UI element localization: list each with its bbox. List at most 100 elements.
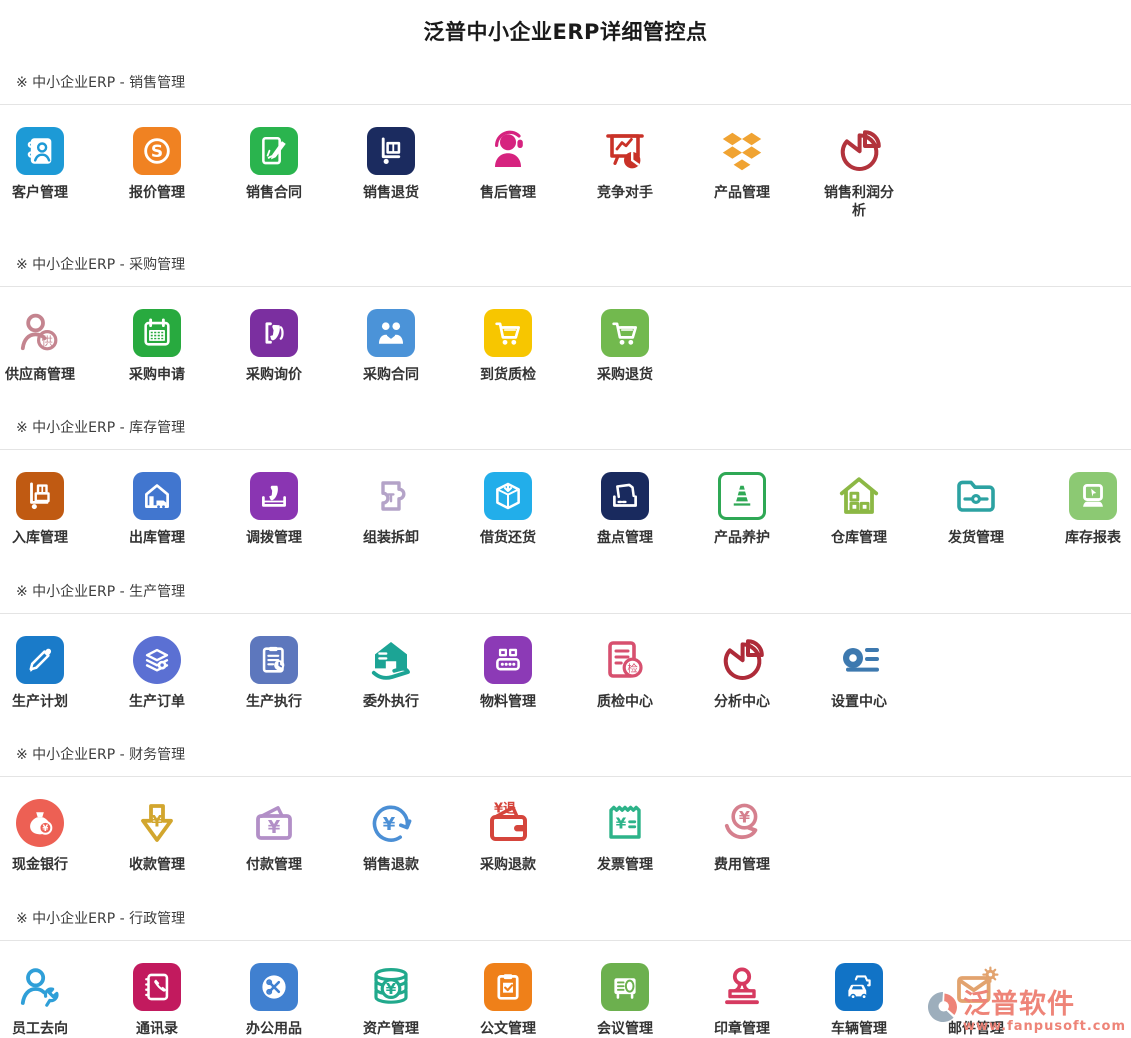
section-heading: ※ 中小企业ERP - 生产管理 — [0, 581, 1131, 614]
module-item[interactable]: 采购询价 — [234, 309, 314, 384]
arrow-down-yuan-icon: ¥ — [133, 799, 181, 847]
contract-pen-icon — [250, 127, 298, 175]
erp-section: ※ 中小企业ERP - 销售管理客户管理 S报价管理销售合同销售退货售后管理竞争对… — [0, 72, 1131, 221]
module-row: ¥现金银行¥收款管理¥付款管理¥销售退款¥退采购退款¥发票管理¥费用管理 — [0, 777, 1131, 874]
phone-tray-icon — [250, 472, 298, 520]
section-heading: ※ 中小企业ERP - 销售管理 — [0, 72, 1131, 105]
phonebook-icon — [133, 963, 181, 1011]
module-item[interactable]: 库存报表 — [1053, 472, 1131, 547]
module-item[interactable]: 检质检中心 — [585, 636, 665, 711]
module-item[interactable]: 通讯录 — [117, 963, 197, 1038]
module-item[interactable]: 员工去向 — [0, 963, 80, 1038]
module-item[interactable]: ¥退采购退款 — [468, 799, 548, 874]
module-item[interactable]: 组装拆卸 — [351, 472, 431, 547]
module-item[interactable]: 客户管理 — [0, 127, 80, 202]
module-item[interactable]: ¥现金银行 — [0, 799, 80, 874]
module-item[interactable]: 到货质检 — [468, 309, 548, 384]
module-label: 客户管理 — [12, 184, 68, 202]
module-label: 采购合同 — [363, 366, 419, 384]
module-item[interactable]: 借货还货 — [468, 472, 548, 547]
module-label: 印章管理 — [714, 1020, 770, 1038]
module-row: 生产计划生产订单生产执行 委外执行物料管理 检质检中心分析中心设置中心 — [0, 614, 1131, 711]
person-wrench-icon — [16, 963, 64, 1011]
module-label: 组装拆卸 — [363, 529, 419, 547]
warehouse-truck-icon — [133, 472, 181, 520]
competitor-chart-icon — [601, 127, 649, 175]
module-label: 入库管理 — [12, 529, 68, 547]
module-label: 会议管理 — [597, 1020, 653, 1038]
folder-share-icon — [952, 472, 1000, 520]
module-item[interactable]: 设置中心 — [819, 636, 899, 711]
module-item[interactable]: ¥付款管理 — [234, 799, 314, 874]
module-item[interactable]: 仓库管理 — [819, 472, 899, 547]
module-item[interactable]: 办公用品 — [234, 963, 314, 1038]
warehouse-house-icon — [835, 472, 883, 520]
module-item[interactable]: 会议管理 — [585, 963, 665, 1038]
module-item[interactable]: 生产执行 — [234, 636, 314, 711]
module-label: 产品养护 — [714, 529, 770, 547]
calendar-icon — [133, 309, 181, 357]
module-item[interactable]: 销售合同 — [234, 127, 314, 202]
module-label: 物料管理 — [480, 693, 536, 711]
module-item[interactable]: 调拨管理 — [234, 472, 314, 547]
module-item[interactable]: 采购合同 — [351, 309, 431, 384]
module-item[interactable]: 生产计划 — [0, 636, 80, 711]
module-item[interactable]: 产品养护 — [702, 472, 782, 547]
module-item[interactable]: 采购申请 — [117, 309, 197, 384]
house-hand-icon — [367, 636, 415, 684]
partners-icon — [367, 309, 415, 357]
module-label: 现金银行 — [12, 856, 68, 874]
machine-icon — [484, 636, 532, 684]
module-item[interactable]: ¥ 资产管理 — [351, 963, 431, 1038]
skype-s-icon: S — [133, 127, 181, 175]
module-item[interactable]: 公文管理 — [468, 963, 548, 1038]
module-item[interactable]: ¥费用管理 — [702, 799, 782, 874]
fanpusoft-logo-icon — [925, 989, 961, 1025]
module-label: 采购退款 — [480, 856, 536, 874]
refresh-yuan-icon: ¥ — [367, 799, 415, 847]
module-label: 发货管理 — [948, 529, 1004, 547]
module-item[interactable]: 出库管理 — [117, 472, 197, 547]
module-item[interactable]: 采购退货 — [585, 309, 665, 384]
module-item[interactable]: 竞争对手 — [585, 127, 665, 202]
module-item[interactable]: 发货管理 — [936, 472, 1016, 547]
erp-section: ※ 中小企业ERP - 财务管理¥现金银行¥收款管理¥付款管理¥销售退款¥退采购… — [0, 744, 1131, 874]
module-item[interactable]: 印章管理 — [702, 963, 782, 1038]
module-item[interactable]: 生产订单 — [117, 636, 197, 711]
cart-icon — [601, 309, 649, 357]
module-item[interactable]: 分析中心 — [702, 636, 782, 711]
clipboard-check-icon — [484, 963, 532, 1011]
module-item[interactable]: 产品管理 — [702, 127, 782, 202]
office-tools-icon — [250, 963, 298, 1011]
logo-company-name: 泛普软件 — [963, 991, 1075, 1018]
module-item[interactable]: 入库管理 — [0, 472, 80, 547]
module-item[interactable]: ¥销售退款 — [351, 799, 431, 874]
module-item[interactable]: 销售退货 — [351, 127, 431, 202]
module-item[interactable]: 委外执行 — [351, 636, 431, 711]
module-row: 入库管理 出库管理调拨管理 组装拆卸 借货还货盘点管理 产品养护 仓库管理 发货管理 库存报表 — [0, 450, 1131, 547]
module-item[interactable]: 物料管理 — [468, 636, 548, 711]
module-item[interactable]: 车辆管理 — [819, 963, 899, 1038]
module-label: 收款管理 — [129, 856, 185, 874]
module-label: 采购询价 — [246, 366, 302, 384]
module-label: 公文管理 — [480, 1020, 536, 1038]
module-item[interactable]: 供供应商管理 — [0, 309, 80, 384]
module-item[interactable]: 售后管理 — [468, 127, 548, 202]
module-item[interactable]: ¥ 收款管理 — [117, 799, 197, 874]
module-label: 生产执行 — [246, 693, 302, 711]
module-item[interactable]: ¥发票管理 — [585, 799, 665, 874]
module-label: 设置中心 — [831, 693, 887, 711]
module-item[interactable]: S报价管理 — [117, 127, 197, 202]
cart-icon — [484, 309, 532, 357]
module-label: 盘点管理 — [597, 529, 653, 547]
box-arrow-icon — [484, 472, 532, 520]
module-item[interactable]: 销售利润分析 — [819, 127, 899, 221]
fanpusoft-logo: 泛普软件 www.fanpusoft.com — [925, 989, 1126, 1035]
coin-stack-icon: ¥ — [367, 963, 415, 1011]
module-label: 资产管理 — [363, 1020, 419, 1038]
module-item[interactable]: 盘点管理 — [585, 472, 665, 547]
module-label: 调拨管理 — [246, 529, 302, 547]
module-label: 销售利润分析 — [819, 184, 899, 221]
module-label: 发票管理 — [597, 856, 653, 874]
module-label: 仓库管理 — [831, 529, 887, 547]
